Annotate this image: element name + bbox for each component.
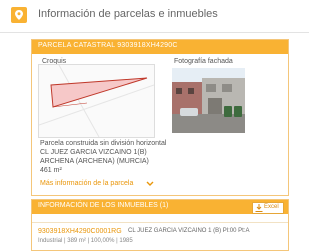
chevron-down-icon[interactable] [146,180,154,187]
row-divider [32,222,288,223]
facade-photo[interactable] [172,68,245,133]
property-details: Industrial | 389 m² | 100,00% | 1985 [38,238,133,244]
more-parcel-info-link[interactable]: Más información de la parcela [40,180,133,187]
properties-panel-title: INFORMACIÓN DE LOS INMUEBLES (1) [38,202,169,209]
property-reference-link[interactable]: 9303918XH4290C0001RG [38,228,122,235]
map-pin-icon [11,7,27,23]
parcel-type: Parcela construida sin división horizont… [40,140,167,147]
parcel-panel-header: PARCELA CATASTRAL 9303918XH4290C [32,40,288,54]
parcel-panel-title: PARCELA CATASTRAL 9303918XH4290C [38,42,178,49]
property-address: CL JUEZ GARCIA VIZCAINO 1 (B) Pl:00 Pt:A [128,228,250,234]
parcel-panel: PARCELA CATASTRAL 9303918XH4290C Croquis… [31,39,289,196]
photo-label: Fotografía fachada [174,58,233,65]
page-header: Información de parcelas e inmuebles [0,0,309,33]
parcel-sketch-map[interactable] [38,64,155,138]
parcel-area: 461 m² [40,167,62,174]
export-excel-label: Excel [264,204,279,210]
parcel-municipality: ARCHENA (ARCHENA) (MURCIA) [40,158,149,165]
export-excel-button[interactable]: Excel [252,202,284,214]
page-title: Información de parcelas e inmuebles [38,8,218,20]
properties-panel: INFORMACIÓN DE LOS INMUEBLES (1) Excel 9… [31,199,289,251]
properties-panel-header: INFORMACIÓN DE LOS INMUEBLES (1) Excel [32,200,288,214]
download-icon [255,204,263,212]
parcel-address: CL JUEZ GARCIA VIZCAINO 1(B) [40,149,147,156]
